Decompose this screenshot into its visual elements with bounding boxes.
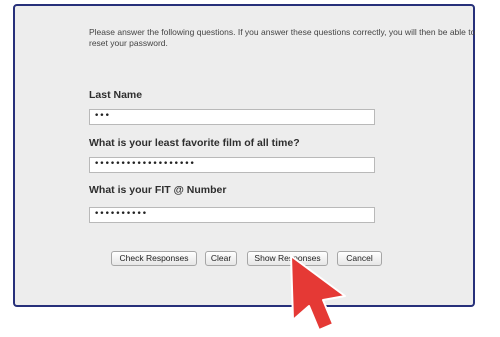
check-responses-button[interactable]: Check Responses	[111, 251, 197, 266]
fit-number-field[interactable]: ••••••••••	[89, 207, 375, 223]
fit-number-label: What is your FIT @ Number	[89, 184, 227, 196]
least-favorite-film-label: What is your least favorite film of all …	[89, 137, 300, 149]
clear-button[interactable]: Clear	[205, 251, 237, 266]
cursor-arrow-icon	[290, 255, 346, 331]
least-favorite-film-field[interactable]: •••••••••••••••••••	[89, 157, 375, 173]
last-name-field[interactable]: •••	[89, 109, 375, 125]
password-reset-panel: Please answer the following questions. I…	[13, 4, 475, 307]
instructions-text: Please answer the following questions. I…	[89, 27, 476, 48]
last-name-label: Last Name	[89, 89, 143, 101]
